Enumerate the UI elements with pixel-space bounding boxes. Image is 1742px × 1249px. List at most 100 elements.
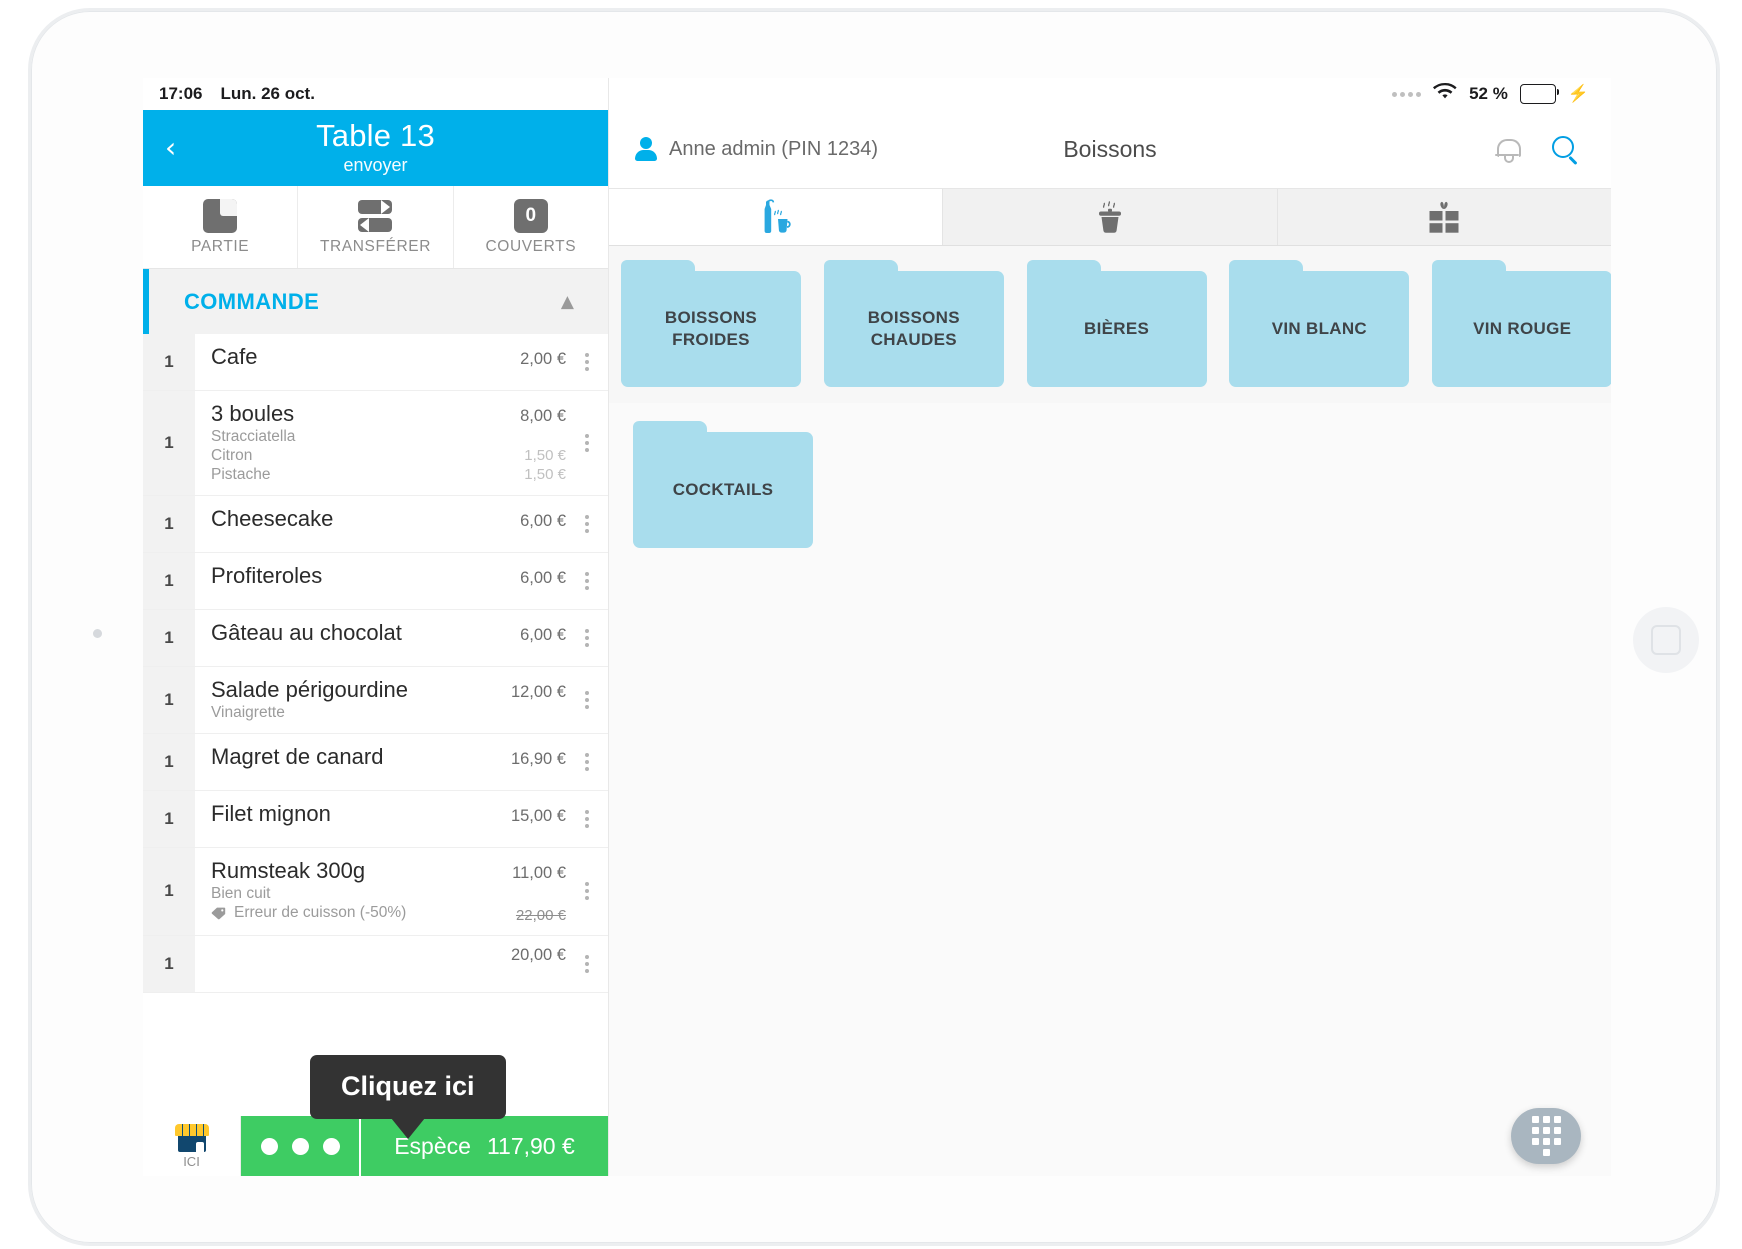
section-accent-bar [143,269,149,335]
action-couverts[interactable]: 0 COUVERTS [454,186,608,268]
order-row[interactable]: 1 Cheesecake 6,00 € [143,496,608,553]
order-item-price: 20,00 € [510,945,566,964]
order-row-body: Magret de canard 16,90 € [195,734,566,790]
folder-tile[interactable]: BOISSONS CHAUDES [823,260,1004,387]
folder-tile[interactable]: COCKTAILS [633,421,813,548]
order-row[interactable]: 1 3 boules 8,00 € Stracciatella Citron 1,50 €… [143,391,608,496]
home-square-icon [1651,625,1681,655]
order-row-qty: 1 [143,496,195,552]
order-row-menu-button[interactable] [566,734,608,790]
order-row-main: Cafe 2,00 € [211,344,566,370]
order-item-price: 16,90 € [510,750,566,768]
gift-icon [1429,201,1459,233]
order-row[interactable]: 1 Filet mignon 15,00 € [143,791,608,848]
folder-label: BOISSONS CHAUDES [867,308,960,349]
tab-gifts[interactable] [1277,189,1611,245]
wifi-icon [1433,82,1457,106]
battery-icon [1519,84,1560,104]
status-time: 17:06 [159,84,203,103]
order-row-body: 20,00 € [195,936,566,992]
dot-2-icon [291,1137,309,1155]
shop-icon [174,1123,209,1152]
status-bar-left: 17:06 Lun. 26 oct. [143,78,608,110]
action-partie-label: PARTIE [191,237,250,255]
order-row[interactable]: 1 Rumsteak 300g 11,00 € Bien cuit Erreur de … [143,848,608,936]
home-button[interactable] [1633,607,1699,673]
bell-icon[interactable] [1495,137,1521,163]
order-row-menu-button[interactable] [566,936,608,992]
tab-drinks[interactable] [609,189,944,245]
ici-button[interactable]: ICI [143,1116,241,1176]
order-item-price: 11,00 € [512,864,566,882]
order-row-main: Salade périgourdine 12,00 € [211,677,566,703]
order-row-menu-button[interactable] [566,667,608,733]
tablet-screen: 17:06 Lun. 26 oct. ‹ Table 13 envoyer PA… [143,78,1611,1176]
action-partie[interactable]: PARTIE [143,186,299,268]
covers-icon: 0 [513,198,548,233]
order-row[interactable]: 1 Salade périgourdine 12,00 € Vinaigrette [143,667,608,734]
folder-body: BOISSONS CHAUDES [823,271,1004,387]
order-row[interactable]: 1 Profiteroles 6,00 € [143,553,608,610]
ici-label: ICI [183,1153,200,1169]
folder-row-2: COCKTAILS [621,421,1611,548]
user-chip[interactable]: Anne admin (PIN 1234) [635,137,878,161]
folder-row-2-wrap: COCKTAILS [609,403,1611,548]
chevron-up-icon[interactable]: ▲ [561,292,574,312]
order-row-body: Salade périgourdine 12,00 € Vinaigrette [195,667,566,733]
user-name: Anne admin (PIN 1234) [669,137,879,160]
folder-tile[interactable]: VIN ROUGE [1432,260,1611,387]
order-row-body: 3 boules 8,00 € Stracciatella Citron 1,50 € P… [195,391,566,495]
order-row-menu-button[interactable] [566,848,608,935]
commande-section-header[interactable]: COMMANDE ▲ [143,269,608,335]
order-item-name: Gâteau au chocolat [211,620,402,645]
folder-tile[interactable]: VIN BLANC [1229,260,1410,387]
order-row-qty: 1 [143,848,195,935]
tab-hot-dishes[interactable] [943,189,1278,245]
order-row[interactable]: 1 Cafe 2,00 € [143,334,608,391]
camera-dot [93,629,102,638]
order-item-name: Cheesecake [211,506,334,531]
order-row-body: Rumsteak 300g 11,00 € Bien cuit Erreur de c… [195,848,566,935]
keypad-button[interactable] [1511,1108,1581,1164]
order-row-menu-button[interactable] [566,496,608,552]
send-label[interactable]: envoyer [343,153,407,177]
drinks-icon [764,199,791,233]
order-row-menu-button[interactable] [566,553,608,609]
order-item-name: Filet mignon [211,801,331,826]
kebab-icon [585,353,589,371]
order-panel: 17:06 Lun. 26 oct. ‹ Table 13 envoyer PA… [143,78,609,1176]
order-row-menu-button[interactable] [566,791,608,847]
order-row[interactable]: 1 Magret de canard 16,90 € [143,734,608,791]
kebab-icon [585,753,589,771]
option-label: Vinaigrette [211,704,285,721]
order-row-qty: 1 [143,334,195,390]
order-row-menu-button[interactable] [566,610,608,666]
dot-1-icon [260,1137,278,1155]
table-title: Table 13 [316,118,435,153]
order-row-menu-button[interactable] [566,334,608,390]
order-row-main: 20,00 € [211,946,566,965]
order-item-name: Cafe [211,344,258,369]
order-item-option: Bien cuit [211,885,566,903]
order-row[interactable]: 1 Gâteau au chocolat 6,00 € [143,610,608,667]
folder-tile[interactable]: BOISSONS FROIDES [621,260,801,387]
action-transferer[interactable]: TRANSFÉRER [298,186,454,268]
order-row-qty: 1 [143,553,195,609]
order-row-main: Magret de canard 16,90 € [211,744,566,770]
order-item-name: Magret de canard [211,744,384,769]
order-row-menu-button[interactable] [566,391,608,495]
option-label: Pistache [211,466,271,483]
order-row-qty: 1 [143,935,195,992]
search-icon[interactable] [1552,135,1579,165]
order-item-list[interactable]: 1 Cafe 2,00 € 1 3 boules 8,00 € Stracciatella C… [143,334,608,1116]
folder-label: VIN ROUGE [1473,319,1572,338]
order-item-option: Stracciatella [211,428,566,446]
order-item-option: Citron 1,50 € [211,447,566,465]
payment-bar: ICI Espèce 117,90 € [143,1116,608,1176]
order-row[interactable]: 1 20,00 € [143,935,608,993]
more-options-button[interactable] [241,1116,361,1176]
folder-tile[interactable]: BIÈRES [1026,260,1207,387]
table-header: ‹ Table 13 envoyer [143,110,608,186]
back-icon[interactable]: ‹ [165,134,176,162]
payment-amount: 117,90 € [486,1132,575,1159]
